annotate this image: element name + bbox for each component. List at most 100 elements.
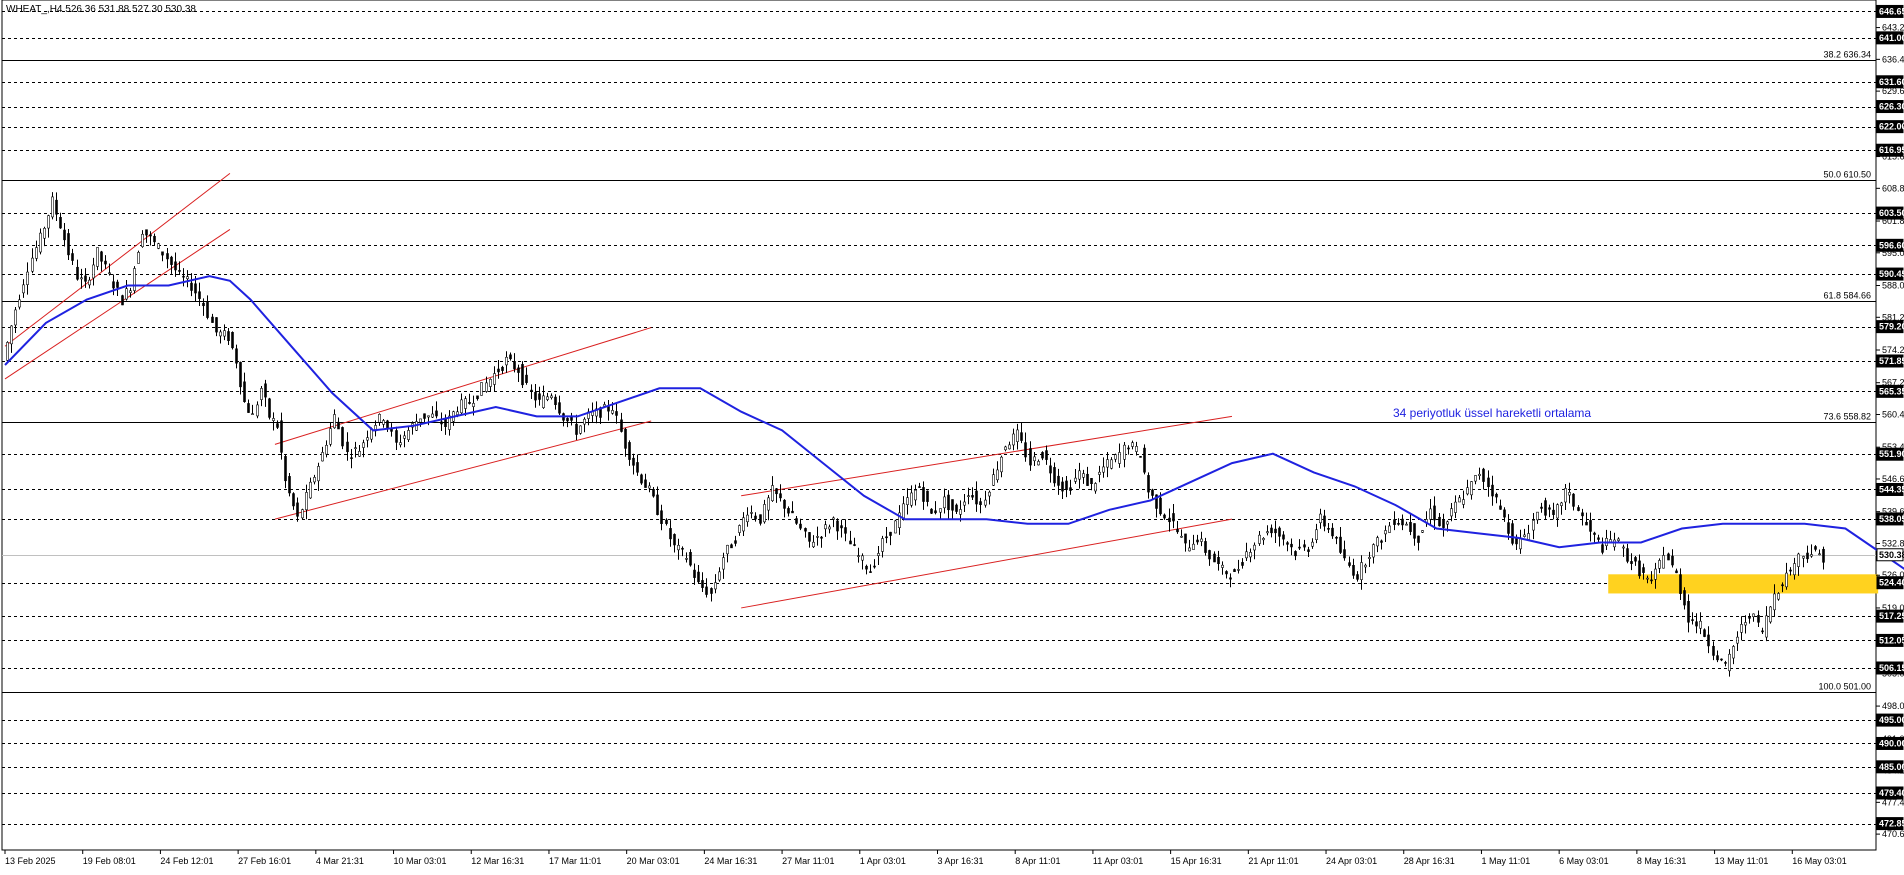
candle-body: [47, 215, 50, 229]
candle-body: [1237, 569, 1240, 571]
level-box-label: 479.40: [1879, 788, 1904, 798]
candle-body: [714, 582, 717, 590]
candle-body: [750, 512, 753, 514]
candle-body: [1139, 456, 1142, 458]
y-tick-label: 546.60: [1882, 474, 1904, 484]
candle-body: [1315, 529, 1318, 540]
candle-body: [1213, 553, 1216, 563]
candle-body: [1401, 518, 1404, 526]
y-tick-label: 532.80: [1882, 538, 1904, 548]
candle-body: [14, 309, 17, 326]
candle-body: [1041, 452, 1044, 459]
candle-body: [231, 332, 234, 349]
candle-body: [341, 427, 344, 447]
candle-body: [1286, 542, 1289, 545]
level-box-label: 616.95: [1879, 145, 1904, 155]
candle-body: [754, 515, 757, 520]
candle-body: [1114, 454, 1117, 460]
candle-body: [1393, 519, 1396, 525]
candle-body: [1785, 572, 1788, 588]
candle-body: [808, 532, 811, 542]
candle-body: [673, 534, 676, 546]
candle-body: [1208, 550, 1211, 560]
fibonacci-label: 100.0 501.00: [1818, 682, 1871, 692]
x-tick-label: 3 Apr 16:31: [937, 856, 983, 866]
y-tick-label: 498.00: [1882, 701, 1904, 711]
x-tick-label: 16 May 03:01: [1792, 856, 1847, 866]
candle-body: [1458, 497, 1461, 503]
candle-body: [202, 302, 205, 307]
candle-body: [693, 569, 696, 578]
candle-body: [988, 491, 991, 497]
candle-body: [1074, 477, 1077, 482]
candle-body: [1053, 467, 1056, 484]
chart-background: [0, 0, 1904, 870]
candle-body: [1814, 546, 1817, 550]
candle-body: [1462, 499, 1465, 505]
candle-body: [1082, 473, 1085, 478]
candle-body: [174, 261, 177, 271]
candle-body: [1552, 509, 1555, 515]
candle-body: [112, 281, 115, 289]
candle-body: [644, 479, 647, 488]
candle-body: [1585, 521, 1588, 526]
candle-body: [1384, 530, 1387, 535]
candle-body: [435, 410, 438, 417]
candle-body: [1069, 487, 1072, 491]
y-tick-label: 636.40: [1882, 54, 1904, 64]
fibonacci-label: 38.2 636.34: [1823, 50, 1871, 60]
candle-body: [910, 492, 913, 506]
candle-body: [346, 441, 349, 453]
level-box-label: 551.90: [1879, 449, 1904, 459]
candle-body: [1135, 446, 1138, 452]
candle-body: [1417, 535, 1420, 543]
candle-body: [1806, 552, 1809, 560]
candle-body: [1143, 447, 1146, 473]
x-tick-label: 20 Mar 03:01: [627, 856, 680, 866]
candle-body: [1061, 481, 1064, 492]
candle-body: [1106, 459, 1109, 468]
candle-body: [211, 316, 214, 323]
price-chart[interactable]: 38.2 636.34 50.0 610.50 61.8 584.66 73.6 55…: [0, 0, 1904, 870]
candle-body: [1020, 432, 1023, 441]
candle-body: [1523, 534, 1526, 537]
candle-body: [1348, 562, 1351, 566]
candle-body: [407, 430, 410, 440]
candle-body: [959, 509, 962, 515]
candle-body: [689, 552, 692, 566]
candle-body: [844, 527, 847, 534]
candle-body: [1233, 569, 1236, 572]
candle-body: [525, 374, 528, 383]
candle-body: [1752, 613, 1755, 618]
level-box-label: 544.35: [1879, 484, 1904, 494]
candle-body: [108, 272, 111, 275]
candle-body: [1556, 504, 1559, 519]
candle-body: [1323, 515, 1326, 527]
candle-body: [1695, 621, 1698, 627]
candle-body: [1589, 520, 1592, 532]
candle-body: [268, 398, 271, 418]
candle-body: [787, 508, 790, 514]
x-tick-label: 24 Mar 16:31: [704, 856, 757, 866]
candle-body: [22, 284, 25, 294]
candle-body: [832, 517, 835, 520]
candle-body: [125, 288, 128, 300]
fibonacci-label: 73.6 558.82: [1823, 412, 1871, 422]
candle-body: [190, 282, 193, 291]
candle-body: [456, 411, 459, 415]
candle-body: [538, 393, 541, 400]
candle-body: [476, 395, 479, 400]
level-box-label: 524.40: [1879, 578, 1904, 588]
x-tick-label: 15 Apr 16:31: [1171, 856, 1222, 866]
candle-body: [1368, 556, 1371, 559]
candle-body: [1274, 528, 1277, 534]
candle-body: [1781, 584, 1784, 587]
candle-body: [779, 493, 782, 499]
candle-body: [18, 299, 21, 308]
candle-body: [1196, 539, 1199, 543]
candle-body: [1335, 536, 1338, 539]
candle-body: [759, 514, 762, 524]
candle-body: [59, 217, 62, 229]
candle-body: [76, 266, 79, 280]
candle-body: [423, 413, 426, 419]
